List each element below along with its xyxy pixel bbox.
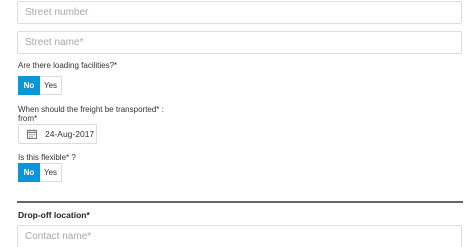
from-date-picker[interactable]: 24-Aug-2017 [18,124,97,144]
calendar-icon [27,129,37,139]
loading-facilities-toggle: No Yes [18,76,62,95]
flexible-toggle: No Yes [18,163,62,182]
flexible-question-mark: ? [71,153,76,162]
contact-name-input[interactable] [17,225,462,247]
flexible-label: Is this flexible* ? [18,153,76,163]
street-number-input[interactable] [17,1,462,24]
loading-facilities-label: Are there loading facilities?* [18,61,118,70]
transport-time-colon: : [161,105,164,114]
section-divider [17,201,463,203]
from-date-value: 24-Aug-2017 [45,129,95,139]
loading-yes-button[interactable]: Yes [40,76,62,95]
flexible-question: Is this flexible* [18,153,70,162]
freight-form: Are there loading facilities?* No Yes Wh… [0,0,474,247]
dropoff-section-title: Drop-off location* [18,210,90,220]
street-name-input[interactable] [17,31,462,54]
transport-time-question: When should the freight be transported* [18,105,160,114]
flexible-yes-button[interactable]: Yes [40,163,62,182]
flexible-no-button[interactable]: No [18,163,40,182]
loading-no-button[interactable]: No [18,76,40,95]
transport-time-label: When should the freight be transported* … [18,105,164,115]
from-label: from* [18,114,38,123]
